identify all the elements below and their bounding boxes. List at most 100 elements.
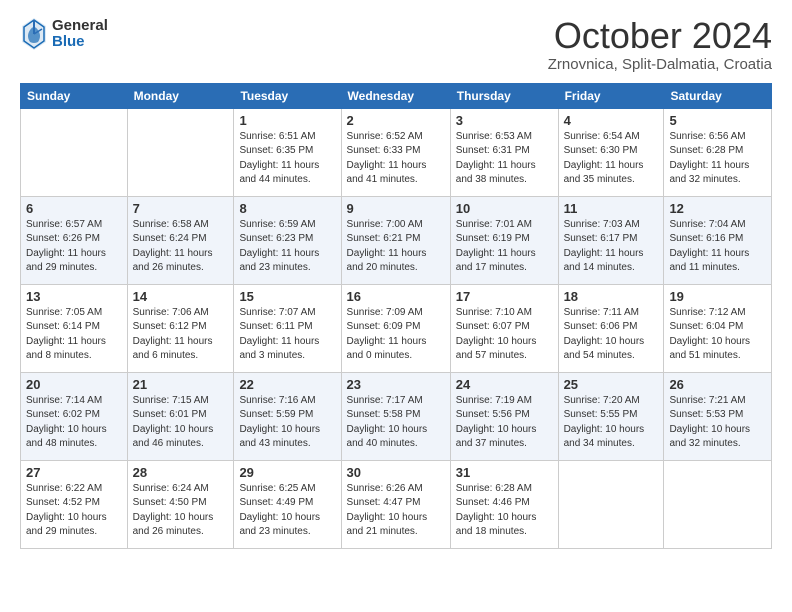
table-cell (558, 460, 664, 548)
table-cell: 16Sunrise: 7:09 AM Sunset: 6:09 PM Dayli… (341, 284, 450, 372)
day-number: 26 (669, 377, 766, 392)
table-cell: 9 Sunrise: 7:00 AM Sunset: 6:21 PM Daylig… (341, 196, 450, 284)
table-cell: 1 Sunrise: 6:51 AM Sunset: 6:35 PM Daylig… (234, 108, 341, 196)
table-cell: 10 Sunrise: 7:01 AM Sunset: 6:19 PM Dayli… (450, 196, 558, 284)
day-number: 1 (239, 113, 335, 128)
location-subtitle: Zrnovnica, Split-Dalmatia, Croatia (548, 56, 772, 73)
col-tuesday: Tuesday (234, 83, 341, 108)
day-info: Sunrise: 7:04 AM Sunset: 6:16 PM Dayligh… (669, 218, 766, 276)
table-cell: 17 Sunrise: 7:10 AM Sunset: 6:07 PM Dayli… (450, 284, 558, 372)
calendar-header-row: Sunday Monday Tuesday Wednesday Thursday… (21, 83, 772, 108)
table-cell: 19 Sunrise: 7:12 AM Sunset: 6:04 PM Dayli… (664, 284, 772, 372)
day-info: Sunrise: 7:07 AM Sunset: 6:11 PM Dayligh… (239, 306, 335, 364)
table-cell (127, 108, 234, 196)
day-number: 12 (669, 201, 766, 216)
day-info: Sunrise: 7:21 AM Sunset: 5:53 PM Dayligh… (669, 394, 766, 452)
calendar-week-row: 27Sunrise: 6:22 AM Sunset: 4:52 PM Dayli… (21, 460, 772, 548)
col-sunday: Sunday (21, 83, 128, 108)
day-info: Sunrise: 7:00 AM Sunset: 6:21 PM Dayligh… (347, 218, 445, 276)
day-info: Sunrise: 7:14 AM Sunset: 6:02 PM Dayligh… (26, 394, 122, 452)
day-info: Sunrise: 7:12 AM Sunset: 6:04 PM Dayligh… (669, 306, 766, 364)
day-info: Sunrise: 6:26 AM Sunset: 4:47 PM Dayligh… (347, 482, 445, 540)
day-number: 9 (347, 201, 445, 216)
day-info: Sunrise: 6:24 AM Sunset: 4:50 PM Dayligh… (133, 482, 229, 540)
day-number: 21 (133, 377, 229, 392)
table-cell: 5 Sunrise: 6:56 AM Sunset: 6:28 PM Daylig… (664, 108, 772, 196)
day-number: 19 (669, 289, 766, 304)
month-title: October 2024 (548, 16, 772, 56)
logo-icon (20, 16, 48, 52)
table-cell: 12 Sunrise: 7:04 AM Sunset: 6:16 PM Dayli… (664, 196, 772, 284)
day-info: Sunrise: 7:15 AM Sunset: 6:01 PM Dayligh… (133, 394, 229, 452)
day-number: 3 (456, 113, 553, 128)
table-cell: 4 Sunrise: 6:54 AM Sunset: 6:30 PM Daylig… (558, 108, 664, 196)
table-cell: 14Sunrise: 7:06 AM Sunset: 6:12 PM Dayli… (127, 284, 234, 372)
table-cell: 23 Sunrise: 7:17 AM Sunset: 5:58 PM Dayli… (341, 372, 450, 460)
day-info: Sunrise: 7:19 AM Sunset: 5:56 PM Dayligh… (456, 394, 553, 452)
day-info: Sunrise: 7:09 AM Sunset: 6:09 PM Dayligh… (347, 306, 445, 364)
table-cell: 8 Sunrise: 6:59 AM Sunset: 6:23 PM Daylig… (234, 196, 341, 284)
table-cell: 25Sunrise: 7:20 AM Sunset: 5:55 PM Dayli… (558, 372, 664, 460)
calendar-week-row: 13 Sunrise: 7:05 AM Sunset: 6:14 PM Dayli… (21, 284, 772, 372)
day-info: Sunrise: 7:11 AM Sunset: 6:06 PM Dayligh… (564, 306, 659, 364)
calendar-week-row: 1 Sunrise: 6:51 AM Sunset: 6:35 PM Daylig… (21, 108, 772, 196)
table-cell: 20Sunrise: 7:14 AM Sunset: 6:02 PM Dayli… (21, 372, 128, 460)
day-info: Sunrise: 6:57 AM Sunset: 6:26 PM Dayligh… (26, 218, 122, 276)
day-info: Sunrise: 7:01 AM Sunset: 6:19 PM Dayligh… (456, 218, 553, 276)
table-cell: 21 Sunrise: 7:15 AM Sunset: 6:01 PM Dayli… (127, 372, 234, 460)
table-cell: 24 Sunrise: 7:19 AM Sunset: 5:56 PM Dayli… (450, 372, 558, 460)
table-cell: 22 Sunrise: 7:16 AM Sunset: 5:59 PM Dayli… (234, 372, 341, 460)
day-number: 2 (347, 113, 445, 128)
day-info: Sunrise: 6:51 AM Sunset: 6:35 PM Dayligh… (239, 130, 335, 188)
calendar-table: Sunday Monday Tuesday Wednesday Thursday… (20, 83, 772, 549)
table-cell (664, 460, 772, 548)
day-info: Sunrise: 6:58 AM Sunset: 6:24 PM Dayligh… (133, 218, 229, 276)
day-number: 10 (456, 201, 553, 216)
day-number: 24 (456, 377, 553, 392)
logo: General Blue (20, 16, 108, 52)
day-info: Sunrise: 6:59 AM Sunset: 6:23 PM Dayligh… (239, 218, 335, 276)
title-section: October 2024 Zrnovnica, Split-Dalmatia, … (548, 16, 772, 73)
day-info: Sunrise: 7:03 AM Sunset: 6:17 PM Dayligh… (564, 218, 659, 276)
day-number: 15 (239, 289, 335, 304)
day-info: Sunrise: 6:28 AM Sunset: 4:46 PM Dayligh… (456, 482, 553, 540)
day-number: 17 (456, 289, 553, 304)
table-cell: 30Sunrise: 6:26 AM Sunset: 4:47 PM Dayli… (341, 460, 450, 548)
table-cell: 26 Sunrise: 7:21 AM Sunset: 5:53 PM Dayli… (664, 372, 772, 460)
day-info: Sunrise: 7:05 AM Sunset: 6:14 PM Dayligh… (26, 306, 122, 364)
day-number: 31 (456, 465, 553, 480)
table-cell: 13 Sunrise: 7:05 AM Sunset: 6:14 PM Dayli… (21, 284, 128, 372)
day-info: Sunrise: 6:53 AM Sunset: 6:31 PM Dayligh… (456, 130, 553, 188)
col-wednesday: Wednesday (341, 83, 450, 108)
table-cell: 6Sunrise: 6:57 AM Sunset: 6:26 PM Daylig… (21, 196, 128, 284)
table-cell: 3 Sunrise: 6:53 AM Sunset: 6:31 PM Daylig… (450, 108, 558, 196)
day-number: 18 (564, 289, 659, 304)
day-number: 11 (564, 201, 659, 216)
table-cell: 31 Sunrise: 6:28 AM Sunset: 4:46 PM Dayli… (450, 460, 558, 548)
day-number: 29 (239, 465, 335, 480)
logo-blue-text: Blue (52, 34, 108, 51)
table-cell (21, 108, 128, 196)
day-number: 22 (239, 377, 335, 392)
col-thursday: Thursday (450, 83, 558, 108)
col-friday: Friday (558, 83, 664, 108)
logo-text: General Blue (52, 18, 108, 51)
table-cell: 11 Sunrise: 7:03 AM Sunset: 6:17 PM Dayli… (558, 196, 664, 284)
day-number: 23 (347, 377, 445, 392)
table-cell: 27Sunrise: 6:22 AM Sunset: 4:52 PM Dayli… (21, 460, 128, 548)
day-info: Sunrise: 7:17 AM Sunset: 5:58 PM Dayligh… (347, 394, 445, 452)
day-number: 13 (26, 289, 122, 304)
day-info: Sunrise: 6:56 AM Sunset: 6:28 PM Dayligh… (669, 130, 766, 188)
calendar-week-row: 20Sunrise: 7:14 AM Sunset: 6:02 PM Dayli… (21, 372, 772, 460)
day-number: 5 (669, 113, 766, 128)
day-number: 4 (564, 113, 659, 128)
day-number: 27 (26, 465, 122, 480)
day-number: 8 (239, 201, 335, 216)
day-number: 7 (133, 201, 229, 216)
table-cell: 2Sunrise: 6:52 AM Sunset: 6:33 PM Daylig… (341, 108, 450, 196)
day-info: Sunrise: 7:10 AM Sunset: 6:07 PM Dayligh… (456, 306, 553, 364)
day-info: Sunrise: 6:54 AM Sunset: 6:30 PM Dayligh… (564, 130, 659, 188)
page: General Blue October 2024 Zrnovnica, Spl… (0, 0, 792, 565)
day-info: Sunrise: 7:16 AM Sunset: 5:59 PM Dayligh… (239, 394, 335, 452)
table-cell: 18 Sunrise: 7:11 AM Sunset: 6:06 PM Dayli… (558, 284, 664, 372)
